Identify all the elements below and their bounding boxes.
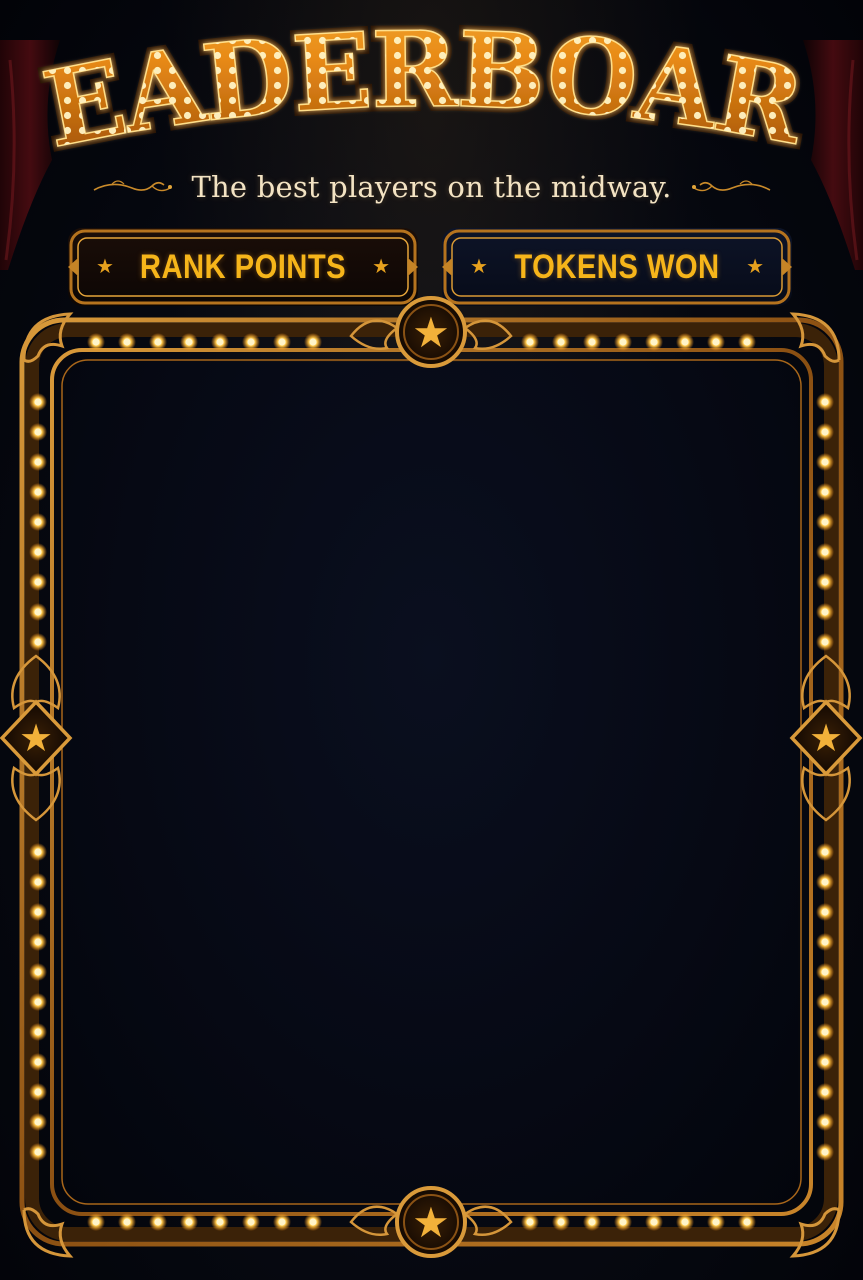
marquee-bulb-core (743, 1218, 751, 1226)
marquee-bulb-core (821, 998, 829, 1006)
marquee-bulb-core (821, 428, 829, 436)
marquee-bulb-core (309, 1218, 317, 1226)
marquee-bulb-core (154, 338, 162, 346)
marquee-bulb-core (34, 428, 42, 436)
marquee-bulb-core (821, 878, 829, 886)
marquee-bulb-core (821, 398, 829, 406)
marquee-bulb-core (557, 338, 565, 346)
marquee-bulb-core (821, 458, 829, 466)
marquee-bulb-core (34, 1148, 42, 1156)
marquee-bulb-core (712, 338, 720, 346)
marquee-bulb-core (588, 1218, 596, 1226)
marquee-bulb-core (34, 638, 42, 646)
subtitle-row: The best players on the midway. (0, 162, 863, 212)
marquee-bulb-core (821, 578, 829, 586)
marquee-bulb-core (216, 338, 224, 346)
marquee-bulb-core (34, 908, 42, 916)
marquee-bulb-core (681, 338, 689, 346)
marquee-bulb-core (34, 518, 42, 526)
marquee-bulb-core (154, 1218, 162, 1226)
marquee-bulb-core (185, 1218, 193, 1226)
marquee-bulb-core (557, 1218, 565, 1226)
marquee-bulb-core (123, 1218, 131, 1226)
marquee-bulb-core (821, 1118, 829, 1126)
marquee-bulb-core (34, 578, 42, 586)
marquee-bulb-core (34, 848, 42, 856)
marquee-bulb-core (619, 338, 627, 346)
marquee-bulb-core (185, 338, 193, 346)
marquee-bulb-core (34, 1118, 42, 1126)
marquee-bulb-core (247, 1218, 255, 1226)
star-icon: ★ (19, 716, 53, 760)
marquee-bulb-core (821, 1028, 829, 1036)
marquee-bulb-core (821, 1088, 829, 1096)
page-title: LEADERBOARD LEADERBOARD LEADERBOARD (0, 18, 822, 168)
marquee-bulb-core (712, 1218, 720, 1226)
marquee-bulb-core (92, 1218, 100, 1226)
marquee-bulb-core (34, 488, 42, 496)
marquee-bulb-core (650, 338, 658, 346)
marquee-bulb-core (34, 548, 42, 556)
marquee-bulb-core (309, 338, 317, 346)
marquee-bulb-core (34, 398, 42, 406)
marquee-bulb-core (821, 638, 829, 646)
flourish-left-icon (93, 180, 172, 192)
marquee-bulb-core (650, 1218, 658, 1226)
marquee-bulb-core (278, 338, 286, 346)
marquee-bulb-core (526, 338, 534, 346)
flourish-right-icon (691, 180, 770, 192)
marquee-bulb-core (821, 608, 829, 616)
marquee-bulb-core (619, 1218, 627, 1226)
leaderboard-panel: ★ ★ ★ ★ (0, 290, 863, 1280)
marquee-bulb-core (34, 998, 42, 1006)
marquee-bulb-core (123, 338, 131, 346)
svg-text:LEADERBOARD: LEADERBOARD (0, 18, 815, 168)
marquee-bulb-core (821, 938, 829, 946)
marquee-bulb-core (34, 1028, 42, 1036)
marquee-bulb-core (247, 338, 255, 346)
marquee-bulb-core (216, 1218, 224, 1226)
marquee-bulb-core (92, 338, 100, 346)
star-icon: ★ (809, 716, 843, 760)
subtitle: The best players on the midway. (191, 170, 672, 204)
star-icon: ★ (412, 1198, 450, 1247)
marquee-bulb-core (821, 848, 829, 856)
marquee-bulb-core (34, 938, 42, 946)
marquee-bulb-core (34, 968, 42, 976)
marquee-bulb-core (821, 518, 829, 526)
marquee-bulb-core (743, 338, 751, 346)
marquee-bulb-core (34, 458, 42, 466)
marquee-bulb-core (821, 908, 829, 916)
marquee-bulb-core (34, 1088, 42, 1096)
marquee-bulb-core (278, 1218, 286, 1226)
marquee-bulb-core (821, 488, 829, 496)
marquee-bulb-core (821, 968, 829, 976)
marquee-bulb-core (34, 1058, 42, 1066)
marquee-bulb-core (821, 1058, 829, 1066)
marquee-bulb-core (34, 608, 42, 616)
marquee-bulb-core (588, 338, 596, 346)
marquee-bulb-core (821, 1148, 829, 1156)
title-area: LEADERBOARD LEADERBOARD LEADERBOARD (0, 18, 863, 168)
marquee-bulb-core (681, 1218, 689, 1226)
star-icon: ★ (412, 308, 450, 357)
marquee-frame: ★ ★ ★ ★ (0, 296, 863, 1258)
marquee-bulb-core (821, 548, 829, 556)
marquee-bulb-core (526, 1218, 534, 1226)
marquee-bulb-core (34, 878, 42, 886)
